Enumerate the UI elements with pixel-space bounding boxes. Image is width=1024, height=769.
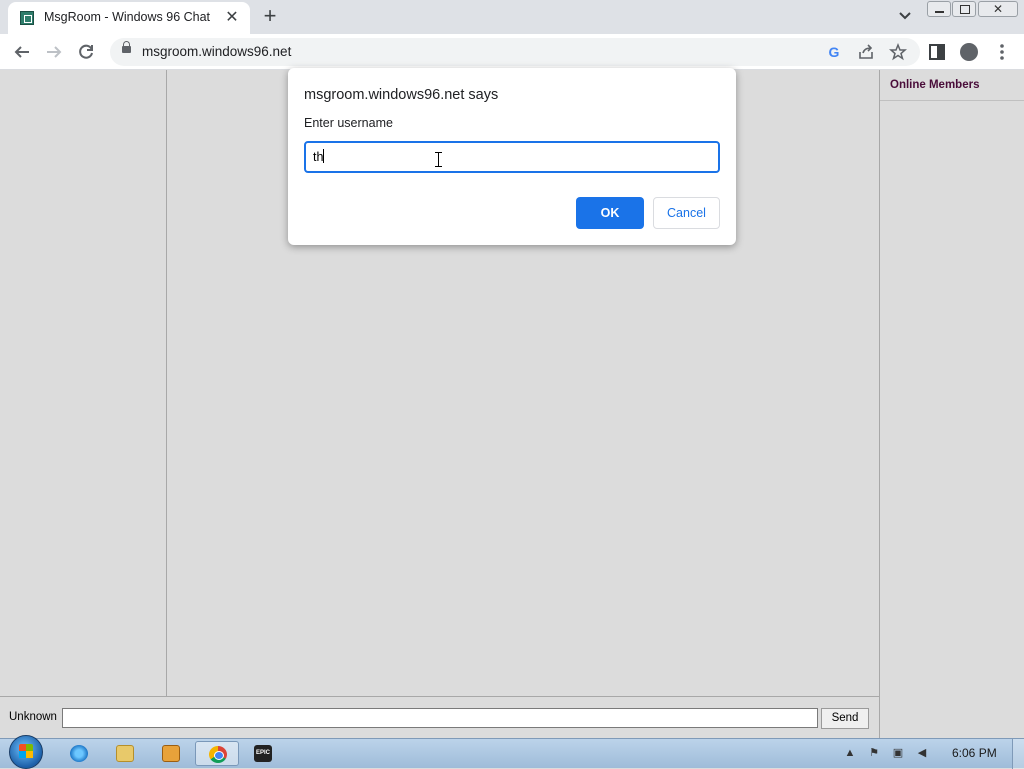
volume-muted-icon[interactable]: ◀ <box>914 744 930 762</box>
close-icon: ✕ <box>992 2 1004 16</box>
reload-button[interactable] <box>74 40 98 64</box>
username-label: Unknown <box>9 711 57 723</box>
start-button[interactable] <box>9 735 43 769</box>
windows-taskbar: EPIC ▲ ⚑ ▣ ◀ 6:06 PM <box>0 735 1024 769</box>
folder-icon <box>116 745 134 762</box>
share-icon[interactable] <box>856 42 876 62</box>
profile-avatar-icon[interactable] <box>957 40 981 64</box>
taskbar-clock[interactable]: 6:06 PM <box>952 746 997 760</box>
action-center-icon[interactable]: ⚑ <box>866 744 882 762</box>
epic-games-icon: EPIC <box>254 745 272 762</box>
taskbar-media-player[interactable] <box>149 741 193 766</box>
bookmark-star-icon[interactable] <box>888 42 908 62</box>
address-bar[interactable]: msgroom.windows96.net G <box>110 38 920 66</box>
message-input[interactable] <box>62 708 818 728</box>
text-caret <box>323 149 325 163</box>
window-restore-button[interactable] <box>952 1 976 17</box>
lock-icon[interactable] <box>122 41 131 53</box>
browser-toolbar: msgroom.windows96.net G <box>0 34 1024 70</box>
prompt-dialog: msgroom.windows96.net says Enter usernam… <box>288 68 736 245</box>
ok-button[interactable]: OK <box>576 197 644 229</box>
dialog-title: msgroom.windows96.net says <box>304 87 499 103</box>
system-tray: ▲ ⚑ ▣ ◀ <box>842 744 947 764</box>
side-panel-icon[interactable] <box>925 40 949 64</box>
internet-explorer-icon <box>70 745 88 762</box>
left-pane <box>0 70 167 696</box>
tab-close-icon[interactable]: ✕ <box>222 8 242 28</box>
chrome-icon <box>209 746 227 763</box>
ibeam-cursor-icon <box>435 152 442 168</box>
show-desktop-button[interactable] <box>1012 739 1024 769</box>
taskbar-internet-explorer[interactable] <box>57 741 101 766</box>
arrow-right-icon <box>47 46 62 58</box>
taskbar-chrome[interactable] <box>195 741 239 766</box>
username-input-value: th <box>313 150 324 164</box>
forward-button[interactable] <box>42 40 66 64</box>
browser-tabstrip: MsgRoom - Windows 96 Chat ✕ + ✕ <box>0 0 1024 34</box>
media-player-icon <box>162 745 180 762</box>
cancel-button[interactable]: Cancel <box>653 197 720 229</box>
message-bar: Unknown Send <box>0 696 879 738</box>
send-button[interactable]: Send <box>821 708 869 729</box>
show-hidden-icons-icon[interactable]: ▲ <box>842 744 858 762</box>
reload-icon <box>79 44 93 59</box>
back-button[interactable] <box>10 40 34 64</box>
arrow-left-icon <box>14 46 29 58</box>
tab-title: MsgRoom - Windows 96 Chat <box>44 10 211 24</box>
more-menu-icon[interactable] <box>990 40 1014 64</box>
dialog-message: Enter username <box>304 116 393 130</box>
chevron-down-icon <box>899 12 911 20</box>
new-tab-button[interactable]: + <box>258 5 282 29</box>
taskbar-epic-games[interactable]: EPIC <box>241 741 285 766</box>
window-close-button[interactable]: ✕ <box>978 1 1018 17</box>
username-input[interactable]: th <box>304 141 720 173</box>
browser-tab[interactable]: MsgRoom - Windows 96 Chat ✕ <box>8 2 250 34</box>
windows-logo-icon <box>19 744 33 758</box>
online-members-panel: Online Members <box>879 70 1024 738</box>
network-icon[interactable]: ▣ <box>890 744 906 762</box>
window-minimize-button[interactable] <box>927 1 951 17</box>
msgroom-favicon-icon <box>20 11 34 25</box>
taskbar-file-explorer[interactable] <box>103 741 147 766</box>
google-lens-icon[interactable]: G <box>824 42 844 62</box>
tab-search-button[interactable] <box>893 6 917 26</box>
online-members-title: Online Members <box>880 70 1024 101</box>
address-url[interactable]: msgroom.windows96.net <box>142 44 291 59</box>
